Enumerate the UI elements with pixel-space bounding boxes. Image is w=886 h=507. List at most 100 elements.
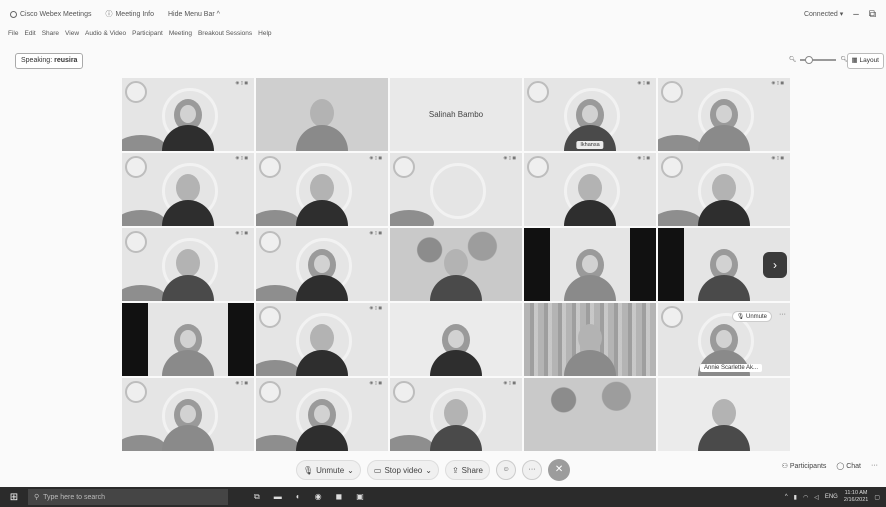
participant-tile[interactable]: ◉ ▯ ◼ Ikhansa (524, 78, 656, 151)
participant-tile[interactable] (390, 228, 522, 301)
title-bar: Cisco Webex Meetings ⓘ Meeting Info Hide… (0, 0, 886, 28)
stop-video-button[interactable]: ▭ Stop video ⌄ (366, 460, 439, 480)
menu-file[interactable]: File (8, 30, 18, 42)
participant-video (158, 95, 218, 151)
chevron-down-icon[interactable]: ⌄ (425, 466, 432, 475)
menu-view[interactable]: View (65, 30, 79, 42)
emblem-icon (125, 81, 147, 103)
zoom-slider[interactable]: 🔍︎ 🔍︎ (789, 55, 848, 64)
participant-tile[interactable]: ◉ ▯ ◼ (524, 153, 656, 226)
emblem-icon (527, 156, 549, 178)
battery-icon[interactable]: ▮ (794, 494, 797, 501)
background-ring (430, 163, 486, 219)
participant-tile[interactable]: ◉ ▯ ◼ (256, 303, 388, 376)
windows-start-icon[interactable]: ⊞ (0, 492, 28, 503)
participant-tile[interactable]: Salinah Bambo (390, 78, 522, 151)
webex-taskbar-icon[interactable]: ▣ (356, 492, 364, 502)
chat-button[interactable]: ◯ Chat (836, 462, 861, 470)
zoom-track[interactable] (800, 55, 837, 64)
task-view-icon[interactable]: ⧉ (254, 492, 260, 502)
layout-button[interactable]: ▦ Layout (846, 53, 884, 69)
panel-toggles: ⚇ Participants ◯ Chat ··· (782, 462, 878, 470)
tile-unmute-button[interactable]: 🎙︎ Unmute (731, 311, 772, 322)
menu-breakout-sessions[interactable]: Breakout Sessions (198, 30, 252, 42)
webex-logo-icon (10, 10, 17, 18)
participant-video (426, 245, 486, 301)
emblem-icon (527, 81, 549, 103)
active-speaker-indicator: Speaking: reusira (15, 53, 84, 69)
participant-video (426, 395, 486, 451)
participant-tile[interactable] (524, 228, 656, 301)
chrome-icon[interactable]: ◉ (315, 492, 322, 502)
more-options-button[interactable]: ··· (522, 460, 543, 480)
tray-chevron-icon[interactable]: ^ (785, 494, 788, 500)
tile-status-icons: ◉ ▯ ◼ (771, 155, 784, 160)
layout-label: Layout (859, 57, 879, 64)
chevron-down-icon[interactable]: ⌄ (347, 466, 354, 475)
participant-video (158, 170, 218, 226)
participant-tile[interactable]: ◉ ▯ ◼ (658, 153, 790, 226)
participant-tile[interactable]: ◉ ▯ ◼ (390, 378, 522, 451)
share-button[interactable]: ⇪ Share (444, 460, 491, 480)
language-indicator[interactable]: ENG (825, 494, 838, 500)
menu-participant[interactable]: Participant (132, 30, 163, 42)
participant-tile[interactable] (390, 303, 522, 376)
participant-tile[interactable] (524, 378, 656, 451)
wifi-icon[interactable]: ◠ (803, 494, 808, 501)
participant-tile[interactable]: 🎙︎ Unmute ··· Annie Scarlette Ak... (658, 303, 790, 376)
participant-video (292, 395, 352, 451)
participant-tile[interactable]: ◉ ▯ ◼ (122, 78, 254, 151)
participant-tile[interactable]: ◉ ▯ ◼ (390, 153, 522, 226)
participant-tile[interactable] (524, 303, 656, 376)
leave-meeting-button[interactable]: ✕ (548, 459, 571, 481)
emblem-icon (661, 156, 683, 178)
zoom-out-icon[interactable]: 🔍︎ (789, 56, 797, 63)
next-page-button[interactable]: › (763, 252, 787, 278)
tile-more-button[interactable]: ··· (779, 311, 786, 318)
volume-icon[interactable]: ◁ (814, 494, 819, 501)
participant-tile[interactable]: ◉ ▯ ◼ (658, 78, 790, 151)
participant-video (560, 170, 620, 226)
participant-video (560, 320, 620, 376)
participants-button[interactable]: ⚇ Participants (782, 462, 827, 470)
participant-tile[interactable]: ◉ ▯ ◼ (122, 378, 254, 451)
unmute-button[interactable]: 🎙︎ Unmute ⌄ (296, 460, 361, 480)
menu-audio-video[interactable]: Audio & Video (85, 30, 126, 42)
notifications-icon[interactable]: ▢ (874, 494, 880, 501)
more-panels-button[interactable]: ··· (871, 462, 878, 470)
participant-tile[interactable] (658, 378, 790, 451)
participant-tile[interactable]: ◉ ▯ ◼ (256, 228, 388, 301)
hide-menu-bar-button[interactable]: Hide Menu Bar ^ (168, 11, 220, 18)
emblem-icon (125, 156, 147, 178)
participant-tile[interactable]: ◉ ▯ ◼ (256, 153, 388, 226)
edge-icon[interactable]: ◐ (296, 492, 301, 502)
menu-edit[interactable]: Edit (24, 30, 35, 42)
store-icon[interactable]: ◼ (336, 492, 343, 502)
restore-button[interactable]: ⧉ (869, 9, 876, 20)
connection-status[interactable]: Connected ▾ (804, 10, 843, 18)
meeting-info-button[interactable]: ⓘ Meeting Info (105, 9, 154, 19)
participant-tile[interactable] (122, 303, 254, 376)
letterbox-left (524, 228, 550, 301)
reactions-button[interactable]: ☺ (496, 460, 517, 480)
window-controls: Connected ▾ – ⧉ (804, 0, 876, 28)
clock[interactable]: 11:10 AM 2/16/2021 (844, 490, 868, 504)
menu-share[interactable]: Share (42, 30, 59, 42)
app-title: Cisco Webex Meetings (10, 10, 91, 18)
participant-video (694, 95, 754, 151)
taskbar-search[interactable]: ⚲ Type here to search (28, 489, 228, 505)
participant-tile[interactable]: ◉ ▯ ◼ (122, 153, 254, 226)
participant-tile[interactable]: ◉ ▯ ◼ (122, 228, 254, 301)
participants-label: Participants (789, 463, 827, 470)
minimize-button[interactable]: – (853, 9, 859, 20)
zoom-knob[interactable] (805, 55, 814, 64)
participant-name-placeholder: Salinah Bambo (390, 78, 522, 151)
menu-help[interactable]: Help (258, 30, 271, 42)
emblem-icon (125, 381, 147, 403)
participant-video (560, 245, 620, 301)
file-explorer-icon[interactable]: ▬ (274, 492, 282, 502)
menu-meeting[interactable]: Meeting (169, 30, 192, 42)
participant-tile[interactable]: ◉ ▯ ◼ (256, 378, 388, 451)
speaking-label: Speaking: (21, 57, 53, 64)
participant-tile[interactable] (256, 78, 388, 151)
